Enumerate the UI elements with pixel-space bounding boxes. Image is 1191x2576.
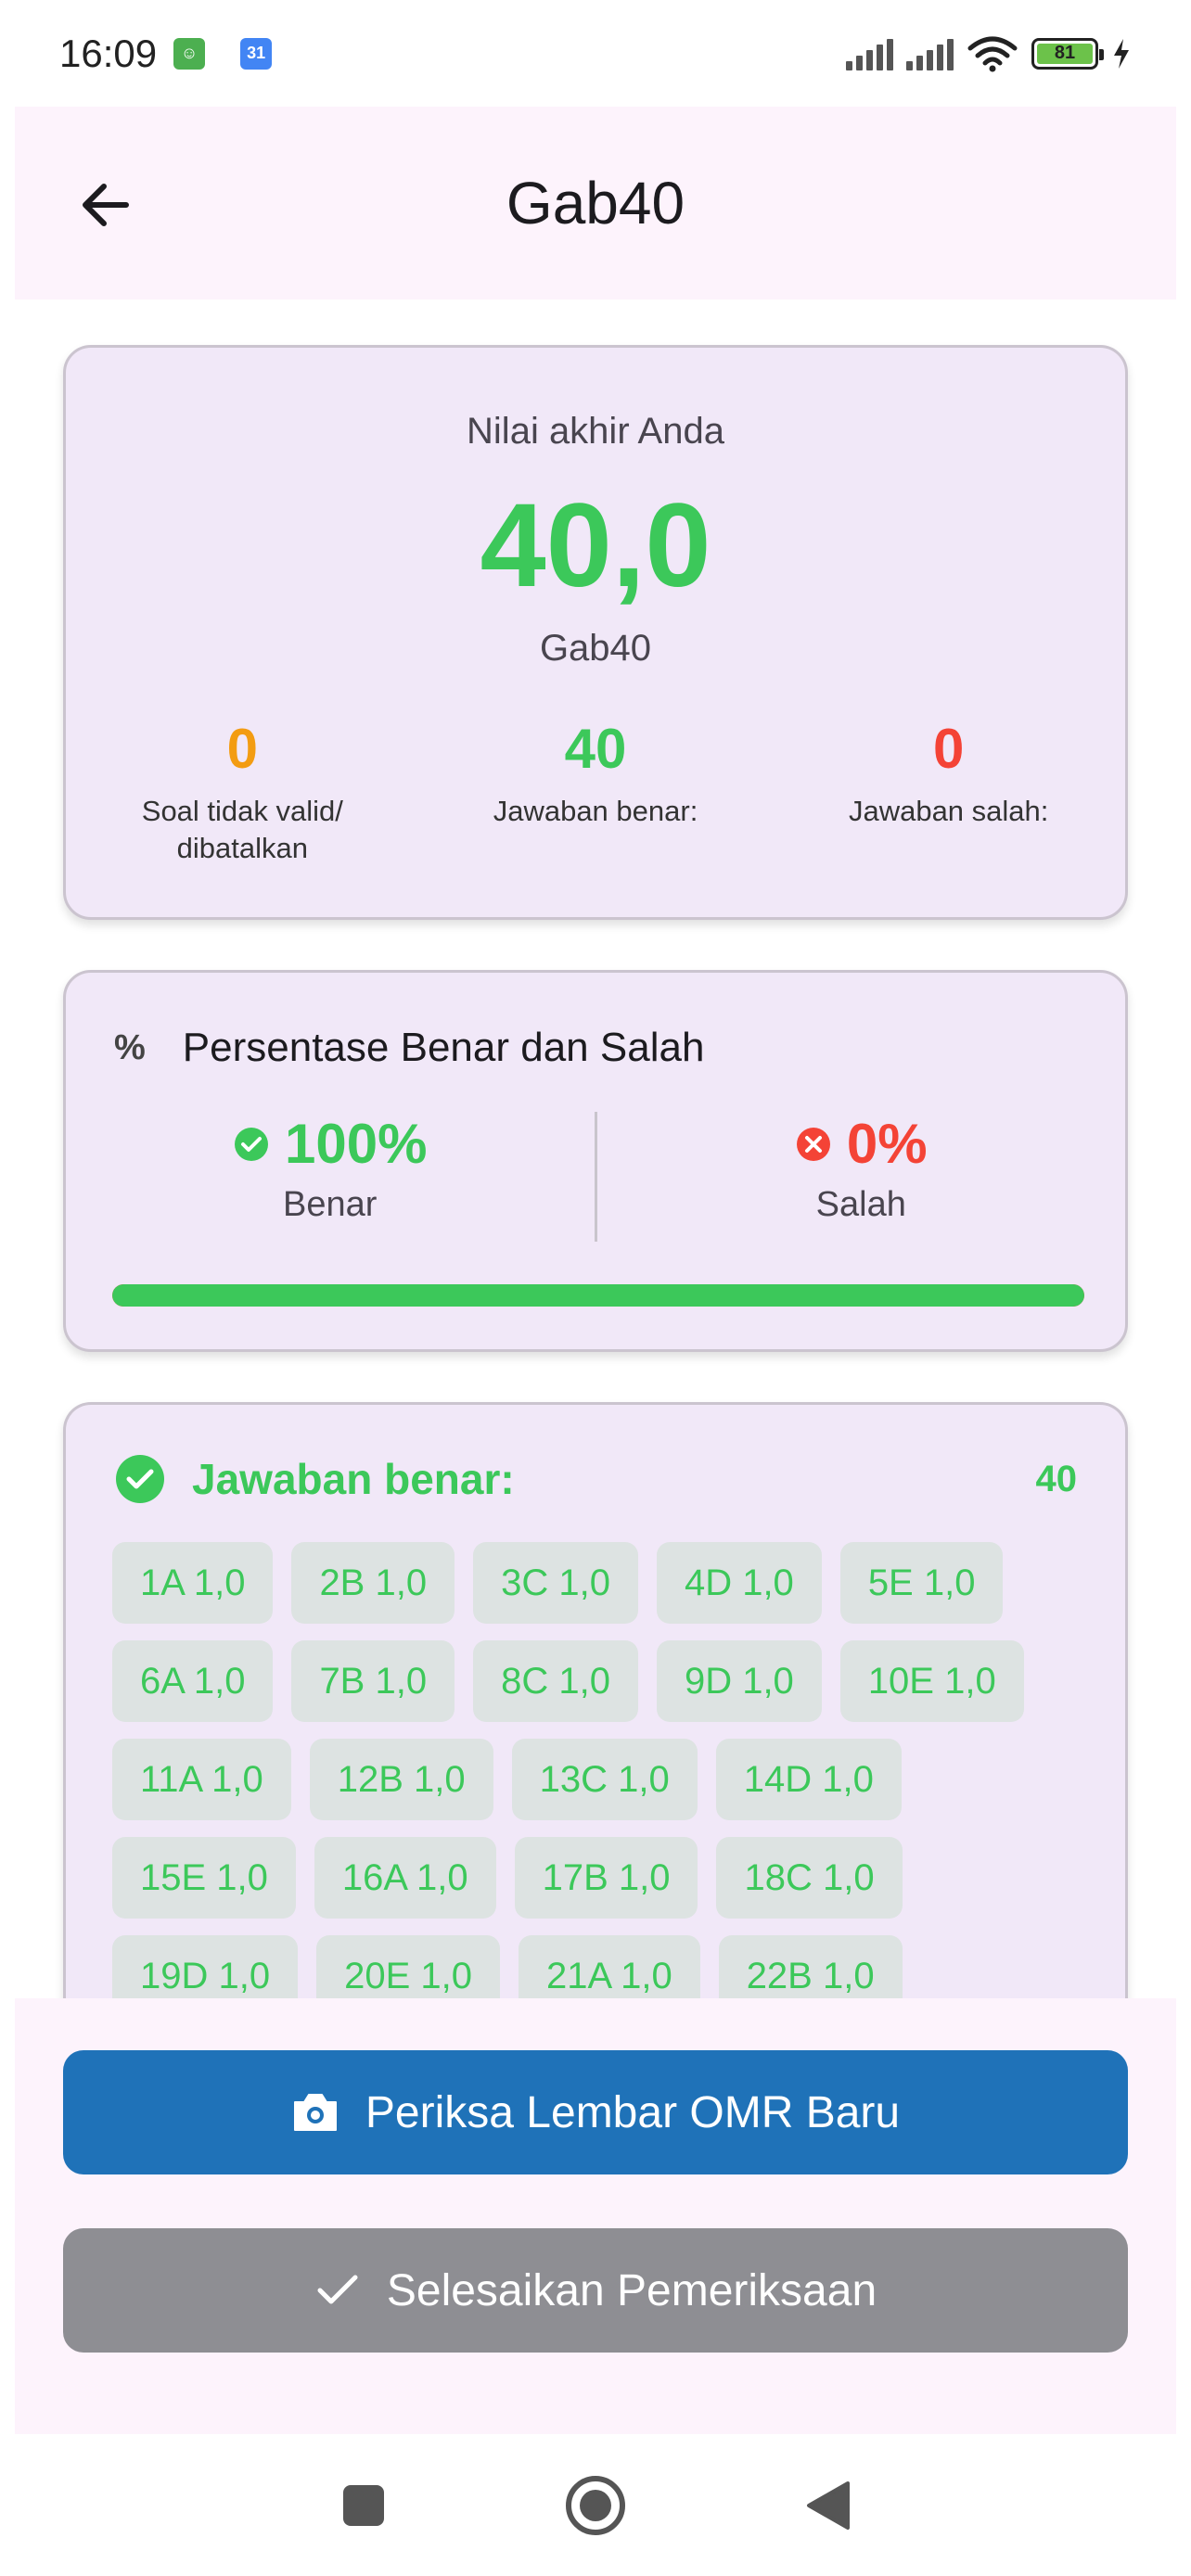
stat-wrong-label: Jawaban salah: bbox=[848, 795, 1049, 827]
correct-answers-header: Jawaban benar: 40 bbox=[114, 1453, 1077, 1505]
answer-chip[interactable]: 14D 1,0 bbox=[715, 1739, 902, 1820]
stat-wrong: 0 Jawaban salah: bbox=[772, 719, 1125, 868]
status-time: 16:09 bbox=[59, 31, 158, 75]
percentage-progress-bar bbox=[112, 1284, 1084, 1307]
answer-chip[interactable]: 12B 1,0 bbox=[309, 1739, 493, 1820]
triangle-back-icon bbox=[807, 2480, 850, 2530]
screen: 16:09 ☺ 31 81 Gab40 Nilai akhir Anda 40,… bbox=[0, 0, 1191, 2576]
answer-chip[interactable]: 17B 1,0 bbox=[514, 1837, 698, 1919]
answer-chip[interactable]: 2B 1,0 bbox=[291, 1542, 455, 1624]
back-button[interactable] bbox=[61, 160, 150, 249]
recents-button[interactable] bbox=[317, 2459, 410, 2552]
charging-icon bbox=[1114, 38, 1129, 69]
percentage-progress-fill bbox=[112, 1284, 1084, 1307]
answer-chip[interactable]: 18C 1,0 bbox=[716, 1837, 903, 1919]
app-bar: Gab40 bbox=[15, 107, 1176, 300]
arrow-back-icon bbox=[83, 184, 129, 226]
check-circle-icon bbox=[116, 1455, 164, 1503]
stat-correct: 40 Jawaban benar: bbox=[419, 719, 773, 868]
exam-name: Gab40 bbox=[539, 628, 652, 669]
status-icons: 81 bbox=[846, 35, 1132, 72]
answer-chip[interactable]: 16A 1,0 bbox=[314, 1837, 496, 1919]
final-score: 40,0 bbox=[480, 479, 711, 612]
scan-new-omr-button[interactable]: Periksa Lembar OMR Baru bbox=[63, 2050, 1128, 2174]
stat-invalid: 0 Soal tidak valid/dibatalkan bbox=[66, 719, 419, 868]
camera-icon bbox=[291, 2091, 339, 2134]
answer-chip[interactable]: 11A 1,0 bbox=[112, 1739, 291, 1820]
percentage-correct-label: Benar bbox=[283, 1185, 378, 1224]
percentage-card: % Persentase Benar dan Salah 100% Benar bbox=[63, 970, 1128, 1352]
battery-icon: 81 bbox=[1031, 37, 1104, 70]
correct-answers-title: Jawaban benar: bbox=[192, 1455, 515, 1503]
home-button[interactable] bbox=[549, 2459, 642, 2552]
circle-home-icon bbox=[566, 2475, 625, 2535]
answer-chip[interactable]: 9D 1,0 bbox=[656, 1640, 822, 1722]
answer-chip[interactable]: 13C 1,0 bbox=[511, 1739, 698, 1820]
percentage-wrong: 0% Salah bbox=[597, 1112, 1126, 1242]
score-stats: 0 Soal tidak valid/dibatalkan 40 Jawaban… bbox=[66, 719, 1125, 868]
percentage-correct-value: 100% bbox=[285, 1113, 428, 1175]
bottom-actions: Periksa Lembar OMR Baru Selesaikan Pemer… bbox=[15, 1998, 1176, 2434]
percentage-columns: 100% Benar 0% Salah bbox=[66, 1112, 1125, 1242]
status-bar: 16:09 ☺ 31 81 bbox=[0, 0, 1191, 107]
answer-chip[interactable]: 15E 1,0 bbox=[112, 1837, 296, 1919]
android-notification-icon: ☺ bbox=[173, 37, 206, 70]
answer-chip[interactable]: 7B 1,0 bbox=[291, 1640, 455, 1722]
answer-chip[interactable]: 6A 1,0 bbox=[112, 1640, 274, 1722]
score-card: Nilai akhir Anda 40,0 Gab40 0 Soal tidak… bbox=[63, 345, 1128, 920]
answer-chip[interactable]: 1A 1,0 bbox=[112, 1542, 274, 1624]
percentage-correct: 100% Benar bbox=[66, 1112, 595, 1242]
battery-level: 81 bbox=[1037, 43, 1093, 64]
percentage-wrong-value: 0% bbox=[846, 1113, 928, 1175]
percentage-title: Persentase Benar dan Salah bbox=[182, 1025, 705, 1070]
stat-invalid-value: 0 bbox=[226, 718, 259, 780]
page-title: Gab40 bbox=[506, 170, 685, 236]
signal-icon bbox=[846, 37, 893, 70]
percentage-wrong-label: Salah bbox=[815, 1185, 906, 1224]
answer-chip[interactable]: 5E 1,0 bbox=[839, 1542, 1004, 1624]
scan-new-omr-label: Periksa Lembar OMR Baru bbox=[365, 2087, 901, 2137]
system-nav-bar bbox=[0, 2434, 1191, 2576]
score-label: Nilai akhir Anda bbox=[467, 411, 724, 452]
answer-chip[interactable]: 10E 1,0 bbox=[839, 1640, 1024, 1722]
check-icon bbox=[314, 2272, 361, 2309]
stat-invalid-label: Soal tidak valid/dibatalkan bbox=[141, 795, 343, 865]
finish-check-label: Selesaikan Pemeriksaan bbox=[386, 2265, 877, 2315]
signal-icon-2 bbox=[906, 37, 954, 70]
percent-icon: % bbox=[114, 1027, 146, 1067]
back-nav-button[interactable] bbox=[781, 2459, 874, 2552]
calendar-notification-icon: 31 bbox=[240, 37, 273, 70]
correct-answers-count: 40 bbox=[1035, 1458, 1078, 1499]
finish-check-button[interactable]: Selesaikan Pemeriksaan bbox=[63, 2228, 1128, 2353]
wifi-icon bbox=[967, 36, 1018, 71]
answer-chip[interactable]: 4D 1,0 bbox=[656, 1542, 822, 1624]
answer-chip[interactable]: 8C 1,0 bbox=[473, 1640, 638, 1722]
square-icon bbox=[343, 2484, 384, 2526]
percentage-header: % Persentase Benar dan Salah bbox=[114, 1025, 704, 1071]
stat-correct-label: Jawaban benar: bbox=[493, 795, 698, 827]
answer-chips: 1A 1,0 2B 1,0 3C 1,0 4D 1,0 5E 1,0 6A 1,0 7B 1… bbox=[112, 1542, 1095, 2017]
stat-wrong-value: 0 bbox=[932, 718, 965, 780]
check-circle-icon bbox=[235, 1127, 269, 1161]
cancel-circle-icon bbox=[796, 1127, 830, 1161]
answer-chip[interactable]: 3C 1,0 bbox=[473, 1542, 638, 1624]
stat-correct-value: 40 bbox=[564, 718, 627, 780]
